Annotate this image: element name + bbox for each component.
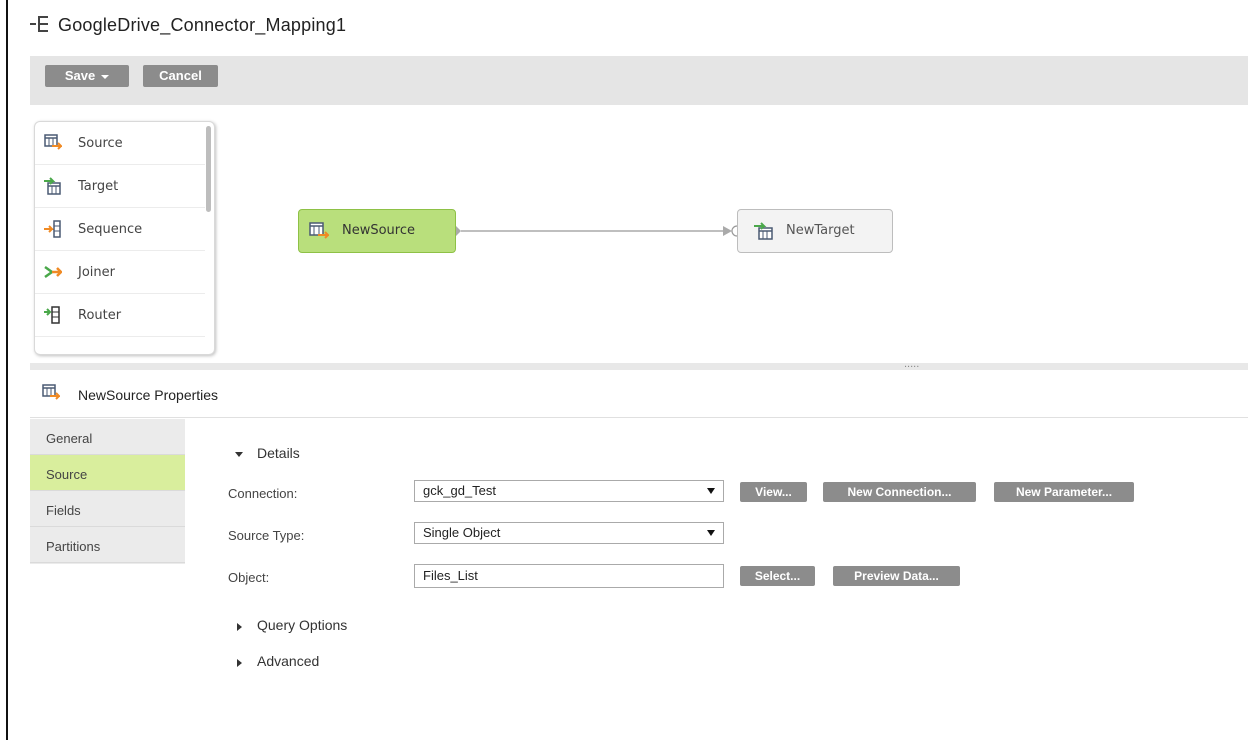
splitter-grip-icon[interactable]: .....: [904, 358, 919, 370]
tab-label: Source: [46, 467, 88, 482]
select-button[interactable]: Select...: [740, 566, 815, 586]
link-line: [456, 225, 743, 237]
tab-fields[interactable]: Fields: [30, 491, 185, 527]
object-value: Files_List: [423, 568, 478, 583]
source-node[interactable]: NewSource: [298, 209, 456, 253]
preview-data-button[interactable]: Preview Data...: [833, 566, 960, 586]
window-border: [6, 0, 8, 740]
properties-nav: General Source Fields Partitions: [30, 419, 185, 564]
chevron-down-icon: [101, 74, 110, 79]
source-type-select[interactable]: Single Object: [414, 522, 724, 544]
page-title: GoogleDrive_Connector_Mapping1: [58, 15, 347, 35]
source-icon: [309, 222, 329, 239]
save-button-label: Save: [64, 68, 96, 83]
properties-header: NewSource Properties: [30, 370, 1248, 418]
mapping-icon: [30, 16, 48, 32]
save-button[interactable]: Save: [45, 65, 129, 87]
tab-label: Fields: [46, 503, 81, 518]
new-parameter-button[interactable]: New Parameter...: [994, 482, 1134, 502]
properties-title: NewSource Properties: [78, 387, 219, 403]
source-node-label: NewSource: [342, 223, 416, 238]
mapping-canvas[interactable]: Source Target Sequence Joiner Router New…: [30, 105, 1248, 363]
target-node[interactable]: NewTarget: [737, 209, 893, 253]
tab-label: Partitions: [46, 539, 101, 554]
tab-general[interactable]: General: [30, 419, 185, 455]
connection-value: gck_gd_Test: [423, 483, 496, 498]
new-connection-button[interactable]: New Connection...: [823, 482, 976, 502]
toolbar: Save Cancel: [30, 56, 1248, 105]
panel-splitter[interactable]: .....: [30, 358, 1248, 370]
target-icon: [754, 222, 773, 240]
title-bar: GoogleDrive_Connector_Mapping1: [8, 0, 1248, 56]
object-label: Object:: [228, 570, 270, 585]
chevron-right-icon: [237, 659, 242, 667]
query-options-label: Query Options: [257, 617, 348, 633]
connection-label: Connection:: [228, 486, 298, 501]
object-field[interactable]: Files_List: [414, 564, 724, 588]
details-label: Details: [257, 445, 300, 461]
cancel-button[interactable]: Cancel: [143, 65, 218, 87]
properties-content: Details Connection: gck_gd_Test View... …: [185, 419, 1248, 740]
tab-partitions[interactable]: Partitions: [30, 527, 185, 563]
dropdown-arrow-icon: [707, 530, 715, 536]
source-icon: [42, 384, 60, 400]
view-button[interactable]: View...: [740, 482, 807, 502]
connection-select[interactable]: gck_gd_Test: [414, 480, 724, 502]
advanced-label: Advanced: [257, 653, 320, 669]
target-node-label: NewTarget: [786, 223, 855, 238]
chevron-down-icon: [235, 452, 243, 457]
source-type-value: Single Object: [423, 525, 501, 540]
source-type-label: Source Type:: [228, 528, 305, 543]
tab-label: General: [46, 431, 93, 446]
tab-source[interactable]: Source: [30, 455, 185, 491]
dropdown-arrow-icon: [707, 488, 715, 494]
chevron-right-icon: [237, 623, 242, 631]
